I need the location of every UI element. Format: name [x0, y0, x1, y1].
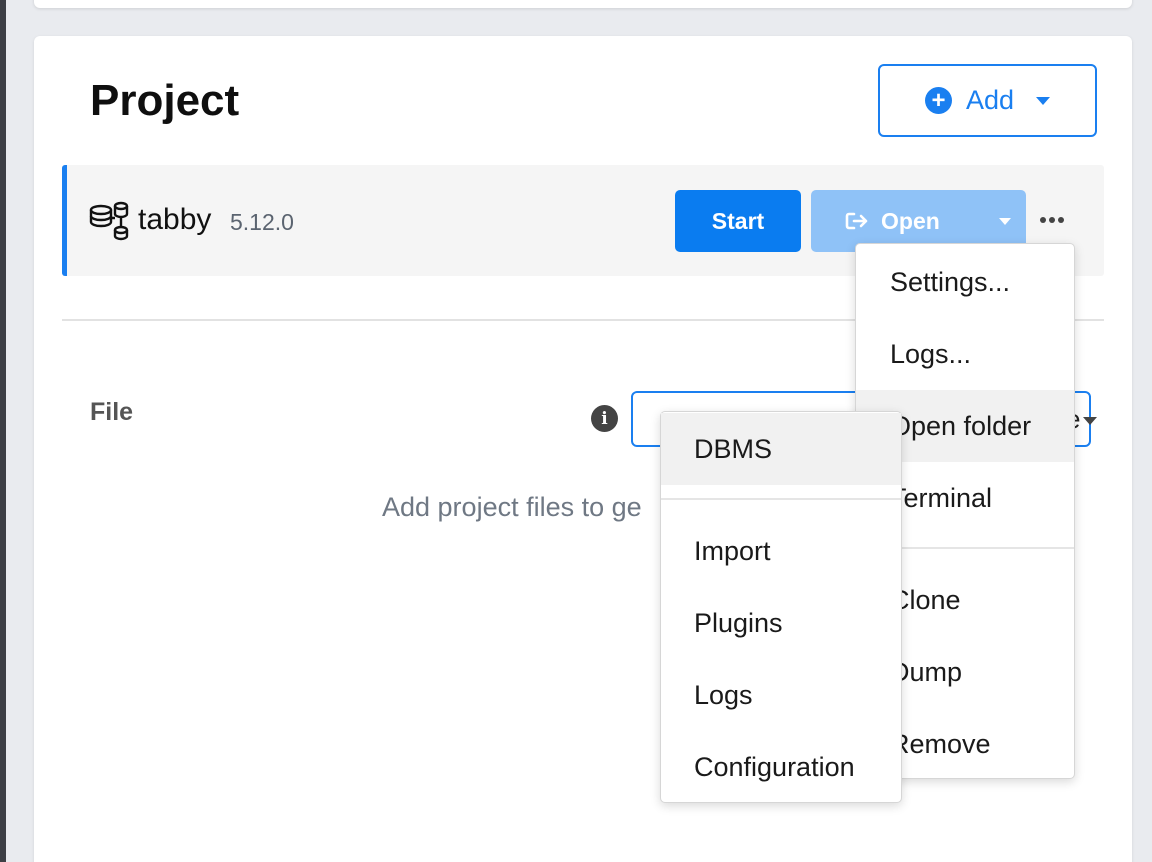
menu-item-import[interactable]: Import — [661, 515, 901, 587]
menu-item-plugins[interactable]: Plugins — [661, 587, 901, 659]
ellipsis-dot — [1049, 217, 1055, 223]
menu-item-logs[interactable]: Logs — [661, 659, 901, 731]
chevron-down-icon — [1083, 417, 1097, 425]
sign-out-icon — [845, 212, 868, 230]
ellipsis-icon — [1040, 217, 1046, 223]
start-button[interactable]: Start — [675, 190, 801, 252]
add-button[interactable]: + Add — [878, 64, 1097, 137]
plus-circle-icon: + — [924, 87, 952, 114]
open-button[interactable]: Open — [811, 208, 983, 235]
window-edge — [0, 0, 6, 862]
project-name: tabby — [138, 203, 212, 236]
menu-item-settings[interactable]: Settings... — [856, 246, 1074, 318]
add-button-label: Add — [965, 85, 1015, 115]
chevron-down-icon — [1036, 96, 1051, 105]
menu-item-configuration[interactable]: Configuration — [661, 731, 901, 803]
empty-state-message: Add project files to ge — [382, 492, 642, 522]
info-icon[interactable]: i — [591, 405, 618, 432]
chevron-down-icon — [998, 217, 1011, 225]
open-button-label: Open — [881, 207, 940, 234]
database-cluster-icon — [89, 201, 129, 241]
previous-card — [34, 0, 1132, 8]
file-label: File — [90, 398, 134, 426]
add-menu: DBMS Import Plugins Logs Configuration — [660, 411, 902, 803]
more-actions-button[interactable] — [1036, 210, 1068, 230]
project-version: 5.12.0 — [230, 209, 294, 235]
page-title: Project — [90, 76, 240, 125]
menu-item-dbms[interactable]: DBMS — [661, 413, 901, 485]
menu-divider — [661, 498, 901, 500]
menu-item-logs[interactable]: Logs... — [856, 318, 1074, 390]
ellipsis-dot — [1058, 217, 1064, 223]
